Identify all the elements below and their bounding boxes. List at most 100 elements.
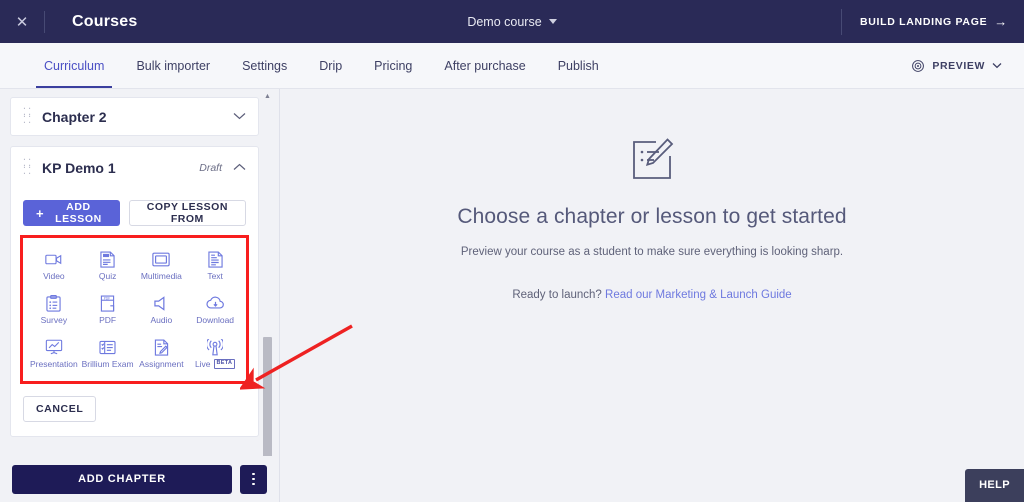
tab-curriculum[interactable]: Curriculum — [28, 43, 120, 88]
lesson-action-row: + ADD LESSON COPY LESSON FROM — [11, 189, 258, 226]
tab-bar: Curriculum Bulk importer Settings Drip P… — [0, 43, 1024, 89]
drag-handle-icon[interactable]: ⁚⁚ ⁚⁚ — [23, 107, 33, 125]
add-lesson-button[interactable]: + ADD LESSON — [23, 200, 120, 226]
chevron-down-icon — [992, 62, 1002, 69]
arrow-right-icon: → — [994, 14, 1008, 29]
lesson-type-grid: Video Quiz Multimedia Text Survey PDF PD… — [27, 246, 242, 373]
add-chapter-label: ADD CHAPTER — [78, 473, 166, 485]
cancel-label: CANCEL — [36, 403, 84, 415]
lesson-type-label: Quiz — [98, 271, 117, 281]
lesson-type-live[interactable]: Live BETA — [188, 334, 242, 373]
lesson-type-label: Assignment — [139, 359, 184, 369]
drag-handle-icon[interactable]: ⁚⁚ ⁚⁚ — [23, 159, 33, 177]
main-empty-state: Choose a chapter or lesson to get starte… — [280, 89, 1024, 502]
tab-drip[interactable]: Drip — [303, 43, 358, 88]
svg-text:PDF: PDF — [104, 296, 110, 300]
lesson-type-survey[interactable]: Survey — [27, 290, 81, 329]
lesson-header: ⁚⁚ ⁚⁚ KP Demo 1 Draft — [11, 147, 258, 189]
add-chapter-button[interactable]: ADD CHAPTER — [12, 464, 232, 494]
tab-label: Pricing — [374, 58, 413, 73]
chapter-header: ⁚⁚ ⁚⁚ Chapter 2 — [11, 98, 258, 135]
kebab-dot — [252, 477, 255, 481]
tab-label: Settings — [242, 58, 288, 73]
tab-pricing[interactable]: Pricing — [358, 43, 428, 88]
sidebar-footer: ADD CHAPTER — [0, 456, 279, 502]
build-landing-page-button[interactable]: BUILD LANDING PAGE → — [860, 15, 1008, 28]
exam-icon — [99, 338, 116, 356]
lesson-type-video[interactable]: Video — [27, 246, 81, 285]
lesson-type-multimedia[interactable]: Multimedia — [135, 246, 189, 285]
chapter-header-actions — [233, 111, 246, 123]
tab-settings[interactable]: Settings — [226, 43, 303, 88]
sidebar-scrollbar-thumb[interactable] — [263, 337, 272, 456]
preview-button[interactable]: PREVIEW — [911, 43, 1024, 88]
video-icon — [45, 250, 62, 268]
chapter-card[interactable]: ⁚⁚ ⁚⁚ Chapter 2 — [10, 97, 259, 136]
lesson-type-label: Multimedia — [140, 271, 182, 281]
tab-label: Drip — [319, 58, 343, 73]
tab-after-purchase[interactable]: After purchase — [428, 43, 541, 88]
chevron-up-icon[interactable] — [233, 162, 246, 174]
help-button[interactable]: HELP — [965, 469, 1024, 502]
add-lesson-label: ADD LESSON — [55, 201, 102, 225]
top-bar: ✕ Courses Demo course BUILD LANDING PAGE… — [0, 0, 1024, 43]
build-landing-page-label: BUILD LANDING PAGE — [859, 15, 988, 28]
empty-state-cta: Ready to launch? Read our Marketing & La… — [512, 289, 791, 301]
tab-label: Curriculum — [44, 58, 105, 73]
page-title: Courses — [72, 12, 138, 30]
chapter-title: Chapter 2 — [42, 108, 107, 125]
page-body: ⁚⁚ ⁚⁚ Chapter 2 ⁚⁚ ⁚⁚ KP Demo 1 Draft + … — [0, 89, 1024, 502]
status-badge: Draft — [199, 162, 222, 174]
audio-icon — [153, 294, 170, 312]
tab-publish[interactable]: Publish — [542, 43, 615, 88]
lesson-type-assignment[interactable]: Assignment — [135, 334, 189, 373]
pdf-icon: PDF — [100, 294, 115, 312]
lesson-type-brillium-exam[interactable]: Brillium Exam — [81, 334, 135, 373]
scroll-up-icon[interactable]: ▲ — [262, 91, 273, 102]
sidebar-scroll-area: ⁚⁚ ⁚⁚ Chapter 2 ⁚⁚ ⁚⁚ KP Demo 1 Draft + … — [0, 89, 279, 456]
topbar-divider-right — [840, 8, 842, 35]
copy-lesson-from-button[interactable]: COPY LESSON FROM — [128, 200, 246, 226]
lesson-type-download[interactable]: Download — [188, 290, 242, 329]
quiz-icon — [100, 250, 115, 268]
multimedia-icon — [152, 250, 171, 268]
kebab-dot — [252, 482, 255, 486]
preview-label: PREVIEW — [932, 59, 985, 72]
eye-icon — [911, 59, 925, 73]
lesson-type-presentation[interactable]: Presentation — [27, 334, 81, 373]
lesson-type-quiz[interactable]: Quiz — [81, 246, 135, 285]
topbar-actions: BUILD LANDING PAGE → — [840, 0, 1024, 43]
chevron-down-icon[interactable] — [233, 111, 246, 123]
lesson-type-label: Presentation — [30, 359, 78, 369]
pro-tip-row[interactable]: Pro Tip — [10, 447, 251, 456]
cancel-button[interactable]: CANCEL — [23, 396, 97, 422]
lesson-type-pdf[interactable]: PDF PDF — [81, 290, 135, 329]
live-label: Live — [194, 359, 211, 369]
lesson-type-label: Audio — [150, 315, 173, 325]
lesson-type-audio[interactable]: Audio — [135, 290, 189, 329]
cta-prefix: Ready to launch? — [512, 289, 606, 301]
cancel-row: CANCEL — [11, 384, 258, 428]
lesson-type-label: PDF — [99, 315, 117, 325]
course-name-label[interactable]: Demo course — [467, 15, 541, 29]
presentation-icon — [45, 338, 63, 356]
lesson-type-picker-highlight: Video Quiz Multimedia Text Survey PDF PD… — [20, 235, 249, 384]
empty-state-title: Choose a chapter or lesson to get starte… — [457, 205, 847, 228]
live-icon — [207, 338, 224, 356]
help-label: HELP — [979, 479, 1010, 491]
lesson-type-text[interactable]: Text — [188, 246, 242, 285]
kebab-dot — [252, 472, 255, 476]
survey-icon — [46, 294, 61, 312]
sidebar-scrollbar-track[interactable]: ▲ — [262, 89, 273, 456]
marketing-launch-guide-link[interactable]: Read our Marketing & Launch Guide — [605, 289, 792, 301]
copy-lesson-label: COPY LESSON FROM — [146, 201, 228, 225]
download-icon — [206, 294, 225, 312]
chevron-down-icon[interactable] — [548, 19, 557, 24]
lesson-type-label: Text — [207, 271, 223, 281]
lesson-type-label: Video — [43, 271, 65, 281]
more-vertical-icon[interactable] — [240, 464, 267, 494]
tab-bulk-importer[interactable]: Bulk importer — [120, 43, 226, 88]
close-icon[interactable]: ✕ — [0, 0, 44, 43]
topbar-divider — [44, 10, 45, 33]
lesson-type-label: Live BETA — [194, 359, 236, 369]
